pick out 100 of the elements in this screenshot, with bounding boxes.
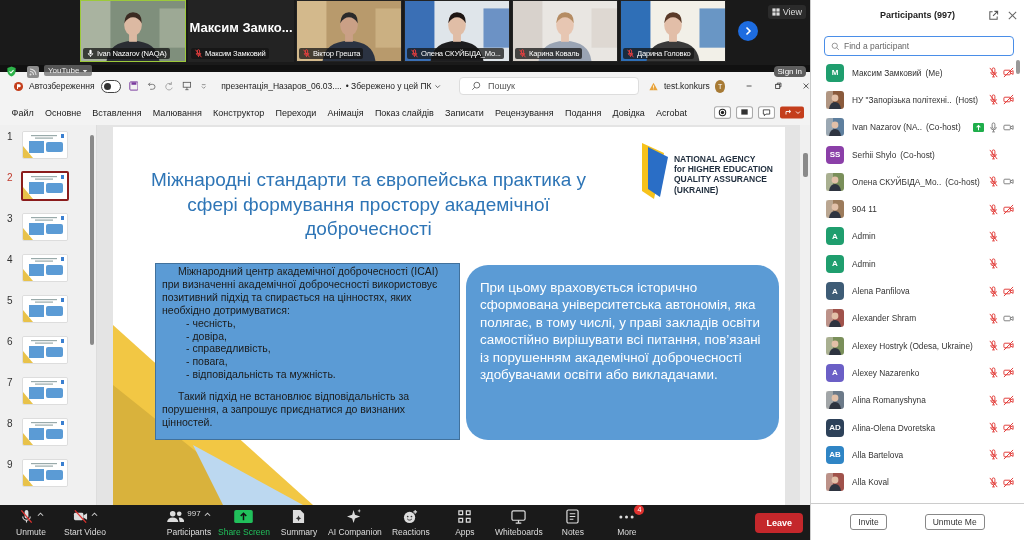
ribbon-tab[interactable]: Показ слайдів [369,107,440,118]
feed-icon[interactable] [27,66,39,78]
ribbon-tab[interactable]: Файл [6,107,40,118]
record-button[interactable] [714,106,731,119]
participant-role: (Co-host) [926,122,961,133]
participant-name: Alina-Olena Dvoretska [852,422,935,433]
save-icon[interactable] [128,80,139,92]
ribbon-tab[interactable]: Переходи [269,107,322,118]
participant-display-name: Максим Замко... [189,19,293,35]
ribbon-tab[interactable]: Довідка [606,107,651,118]
caret-icon[interactable] [36,510,44,517]
toolbar-button[interactable]: 997 Participants [162,508,216,537]
autosave-toggle[interactable] [100,79,121,93]
ribbon-tab[interactable]: Анімація [321,107,370,118]
slide-number: 3 [7,213,14,224]
ribbon-tab[interactable]: Конструктор [207,107,270,118]
powerpoint-logo-icon [14,80,23,92]
ribbon-tab[interactable]: Вставлення [86,107,148,118]
toolbar-button[interactable]: Share Screen [216,508,272,537]
ribbon-tab[interactable]: Записати [439,107,490,118]
undo-icon[interactable] [146,80,157,92]
customize-caret-icon[interactable] [199,81,208,91]
toolbar-button[interactable]: Notes [545,508,600,537]
participant-name: НУ "Запорізька політехні.. [852,94,952,105]
slide-title: Міжнародні стандарти та європейська практика у сфері формування простору академічної доброчесності [149,168,588,242]
toolbar-button[interactable]: Summary [272,508,326,537]
toolbar-button[interactable]: Reactions [383,508,438,537]
panel-title: Participants (997) [879,10,956,20]
search-field[interactable]: Find a participant [824,36,1014,56]
avatar: AB [826,445,844,464]
toolbar-button[interactable]: Apps [437,508,492,537]
slide-number: 6 [7,336,14,347]
present-button[interactable] [736,106,753,119]
ribbon-tab[interactable]: Основне [39,107,87,118]
avatar: A [826,282,844,300]
slide-number: 8 [7,418,14,429]
scrollbar-thumb[interactable] [803,153,808,177]
caret-icon[interactable] [203,510,211,517]
pop-out-icon[interactable] [988,9,999,21]
apps-icon [457,509,473,524]
file-name[interactable]: презентація_Назаров_06.03.... [221,81,342,91]
slide-number: 4 [7,254,14,265]
extension-chip[interactable]: YouTube [44,65,93,76]
slide-number: 7 [7,377,14,388]
restore-icon[interactable] [773,81,782,91]
slide-number: 1 [7,131,14,142]
slide-number: 5 [7,295,14,306]
scrollbar-thumb[interactable] [90,135,94,345]
close-icon[interactable] [1007,9,1018,21]
participant-name: Admin [852,231,876,242]
grid-icon [771,8,780,16]
toolbar-button[interactable]: AI Companion [326,508,384,537]
slide-thumbnail[interactable] [21,171,69,201]
avatar: AD [826,418,844,437]
scrollbar-thumb[interactable] [1016,60,1020,74]
avatar: A [826,227,844,246]
document-icon [292,509,306,524]
comments-button[interactable] [758,106,775,119]
toolbar-button[interactable]: Unmute [4,508,58,537]
close-icon[interactable] [801,81,810,91]
participant-name: Alexey Nazarenko [852,367,920,378]
avatar: A [826,363,844,382]
ribbon-tab[interactable]: Рецензування [489,107,560,118]
slide-number: 9 [7,459,14,470]
shield-icon[interactable] [6,66,17,77]
list-item: - довіра, [185,329,228,343]
participant-name: Alena Panfilova [852,286,910,296]
caret-icon[interactable] [82,67,89,74]
account-name[interactable]: test.konkurs [663,81,710,91]
toolbar-button[interactable]: Whiteboards [491,508,546,537]
share-button[interactable] [780,106,804,119]
ribbon-tab[interactable]: Подання [559,107,607,118]
agency-logo-text: NATIONAL AGENCY for HIGHER EDUCATION QUALITY ASSURANCE (UKRAINE) [674,154,773,195]
search-icon [831,41,840,51]
ribbon-tab[interactable]: Acrobat [650,107,693,118]
save-status[interactable]: • Збережено у цей ПК [345,81,432,91]
participant-name: Alexey Hostryk (Odesa, Ukraine) [852,340,973,351]
participant-name: Serhii Shylo [852,149,897,160]
next-page-button[interactable] [738,21,758,41]
panel-button[interactable]: Unmute Me [924,514,985,530]
toolbar-button[interactable]: Start Video [58,508,112,537]
paragraph: При цьому враховується історично сформована університетська автономія, яка полягає, в тому числі, у праві закладів освіти самостійно вирішувати всі питання, пов’язані із порушенням академічної доброчесності здобувачами освіти або викладачами. [480,279,762,384]
panel-button[interactable]: Invite [850,514,887,530]
view-button[interactable]: View [767,5,806,19]
sign-in-button[interactable]: Sign in [773,66,806,77]
people-icon [167,510,185,523]
agency-logo-icon [640,140,670,202]
list-item: - повага, [185,355,229,369]
slide-number: 2 [7,172,14,183]
participant-role: (Me) [925,67,943,78]
whiteboard-icon [511,509,527,524]
caret-icon[interactable] [90,510,98,517]
more-icon [619,513,635,520]
participant-name: Максим Замковий [852,67,922,78]
leave-button[interactable]: Leave [755,512,803,533]
smiley-icon [403,509,419,524]
presentation-icon[interactable] [182,80,192,92]
avatar: SS [826,145,844,164]
ribbon-tab[interactable]: Малювання [147,107,208,118]
participant-name: Alla Bartelova [852,449,904,460]
